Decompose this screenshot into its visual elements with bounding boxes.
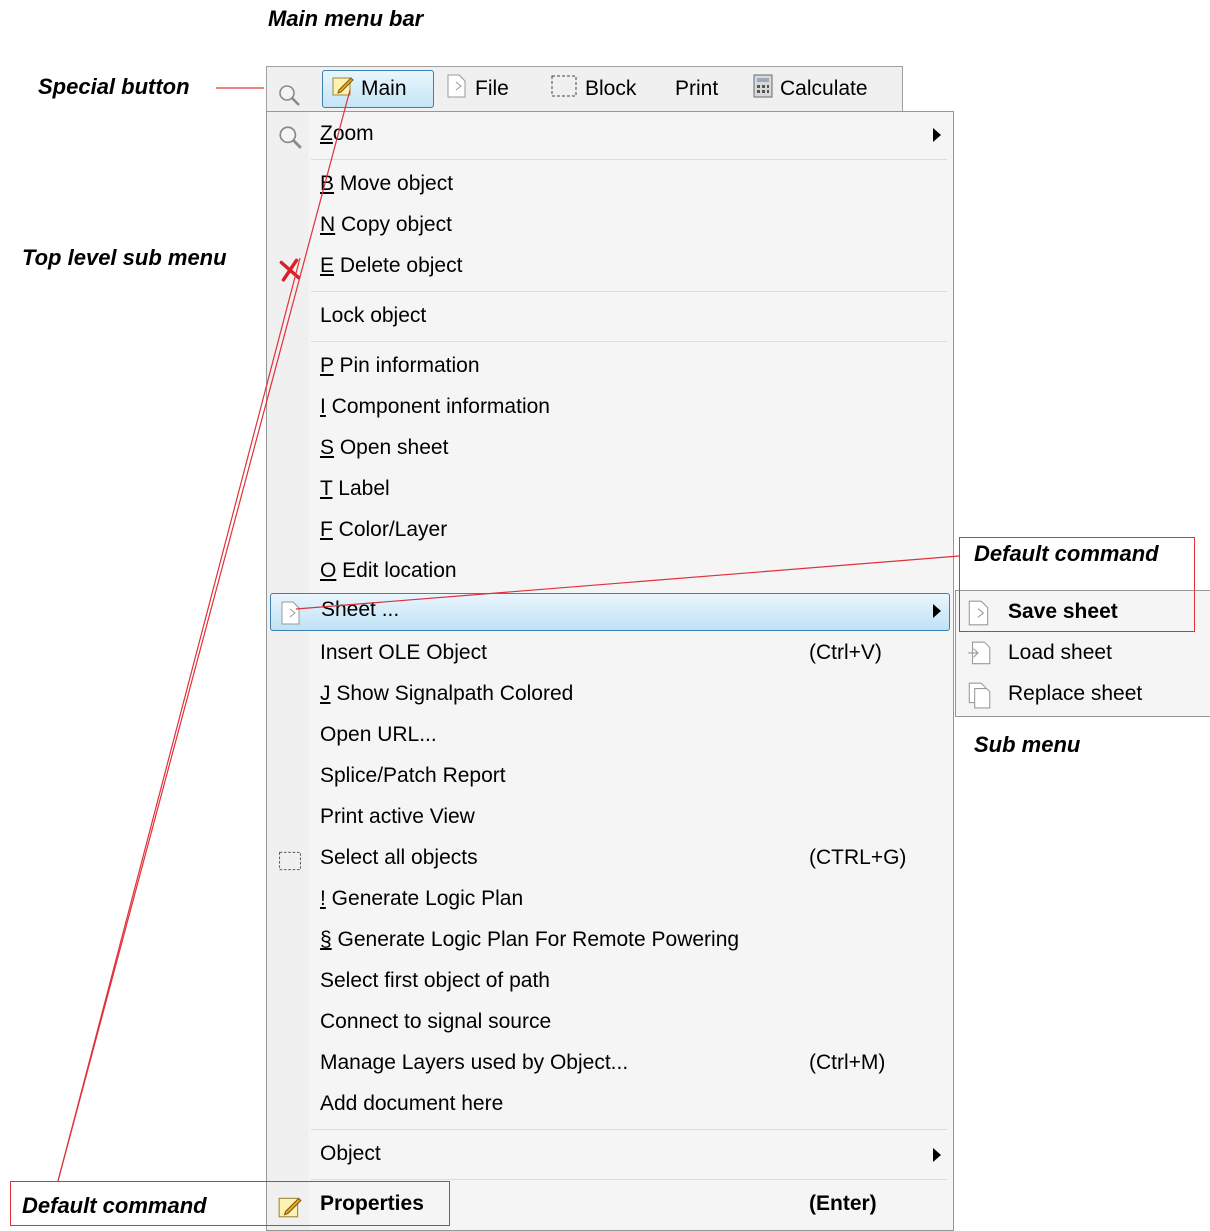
annotation-lines [57,87,960,1182]
leader-line-default-command [295,555,960,610]
leader-line-top-level-sub-menu [57,89,351,1182]
leader-line-top-level-sub-menu-2 [57,257,301,1182]
